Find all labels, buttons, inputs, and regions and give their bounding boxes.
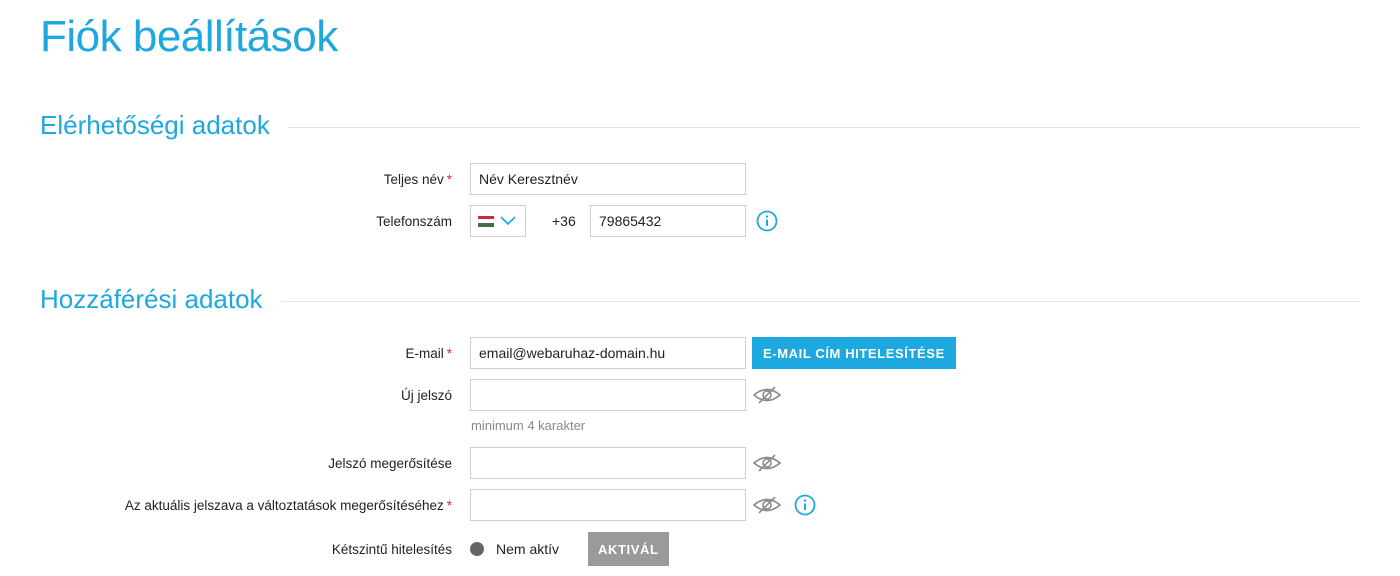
two-factor-label: Kétszintű hitelesítés bbox=[331, 541, 452, 557]
page-title: Fiók beállítások bbox=[40, 12, 338, 61]
phone-prefix: +36 bbox=[552, 213, 576, 229]
phone-label: Telefonszám bbox=[376, 213, 452, 229]
current-password-row: Az aktuális jelszava a változtatások meg… bbox=[0, 488, 1400, 522]
country-select[interactable] bbox=[470, 205, 526, 237]
full-name-row: Teljes név * bbox=[0, 162, 1400, 196]
email-label-text: E-mail bbox=[405, 345, 444, 361]
info-icon[interactable] bbox=[756, 210, 778, 232]
two-factor-status: Nem aktív bbox=[496, 541, 560, 557]
new-password-row: Új jelszó bbox=[0, 378, 1400, 412]
access-section-header: Hozzáférési adatok bbox=[40, 284, 1360, 315]
current-password-label-text: Az aktuális jelszava a változtatások meg… bbox=[124, 497, 444, 513]
email-label: E-mail * bbox=[405, 336, 452, 370]
eye-slash-icon[interactable] bbox=[752, 452, 782, 474]
required-marker: * bbox=[446, 345, 452, 361]
phone-input[interactable] bbox=[590, 205, 746, 237]
confirm-password-row: Jelszó megerősítése bbox=[0, 446, 1400, 480]
confirm-password-input[interactable] bbox=[470, 447, 746, 479]
eye-slash-icon[interactable] bbox=[752, 494, 782, 516]
contact-section-header: Elérhetőségi adatok bbox=[40, 110, 1360, 141]
verify-email-button[interactable]: E-MAIL CÍM HITELESÍTÉSE bbox=[752, 337, 956, 369]
access-section-title: Hozzáférési adatok bbox=[40, 284, 263, 314]
password-hint: minimum 4 karakter bbox=[471, 418, 586, 433]
contact-section-title: Elérhetőségi adatok bbox=[40, 110, 270, 140]
eye-slash-icon[interactable] bbox=[752, 384, 782, 406]
email-row: E-mail* E-MAIL CÍM HITELESÍTÉSE bbox=[0, 336, 1400, 370]
full-name-label: Teljes név * bbox=[384, 162, 452, 196]
new-password-label: Új jelszó bbox=[400, 387, 452, 403]
email-input[interactable] bbox=[470, 337, 746, 369]
required-marker: * bbox=[446, 171, 452, 187]
two-factor-row: Kétszintű hitelesítés Nem aktív AKTIVÁL bbox=[0, 532, 1400, 566]
current-password-input[interactable] bbox=[470, 489, 746, 521]
status-indicator bbox=[470, 542, 484, 556]
hungary-flag-icon bbox=[478, 215, 494, 227]
chevron-down-icon bbox=[500, 216, 516, 226]
current-password-label: Az aktuális jelszava a változtatások meg… bbox=[125, 488, 452, 522]
confirm-password-label: Jelszó megerősítése bbox=[328, 455, 452, 471]
activate-button[interactable]: AKTIVÁL bbox=[588, 532, 669, 566]
section-divider bbox=[280, 301, 1360, 302]
info-icon[interactable] bbox=[794, 494, 816, 516]
section-divider bbox=[287, 127, 1360, 128]
required-marker: * bbox=[446, 497, 452, 513]
phone-row: Telefonszám +36 bbox=[0, 204, 1400, 238]
new-password-input[interactable] bbox=[470, 379, 746, 411]
full-name-label-text: Teljes név bbox=[383, 171, 444, 187]
full-name-input[interactable] bbox=[470, 163, 746, 195]
